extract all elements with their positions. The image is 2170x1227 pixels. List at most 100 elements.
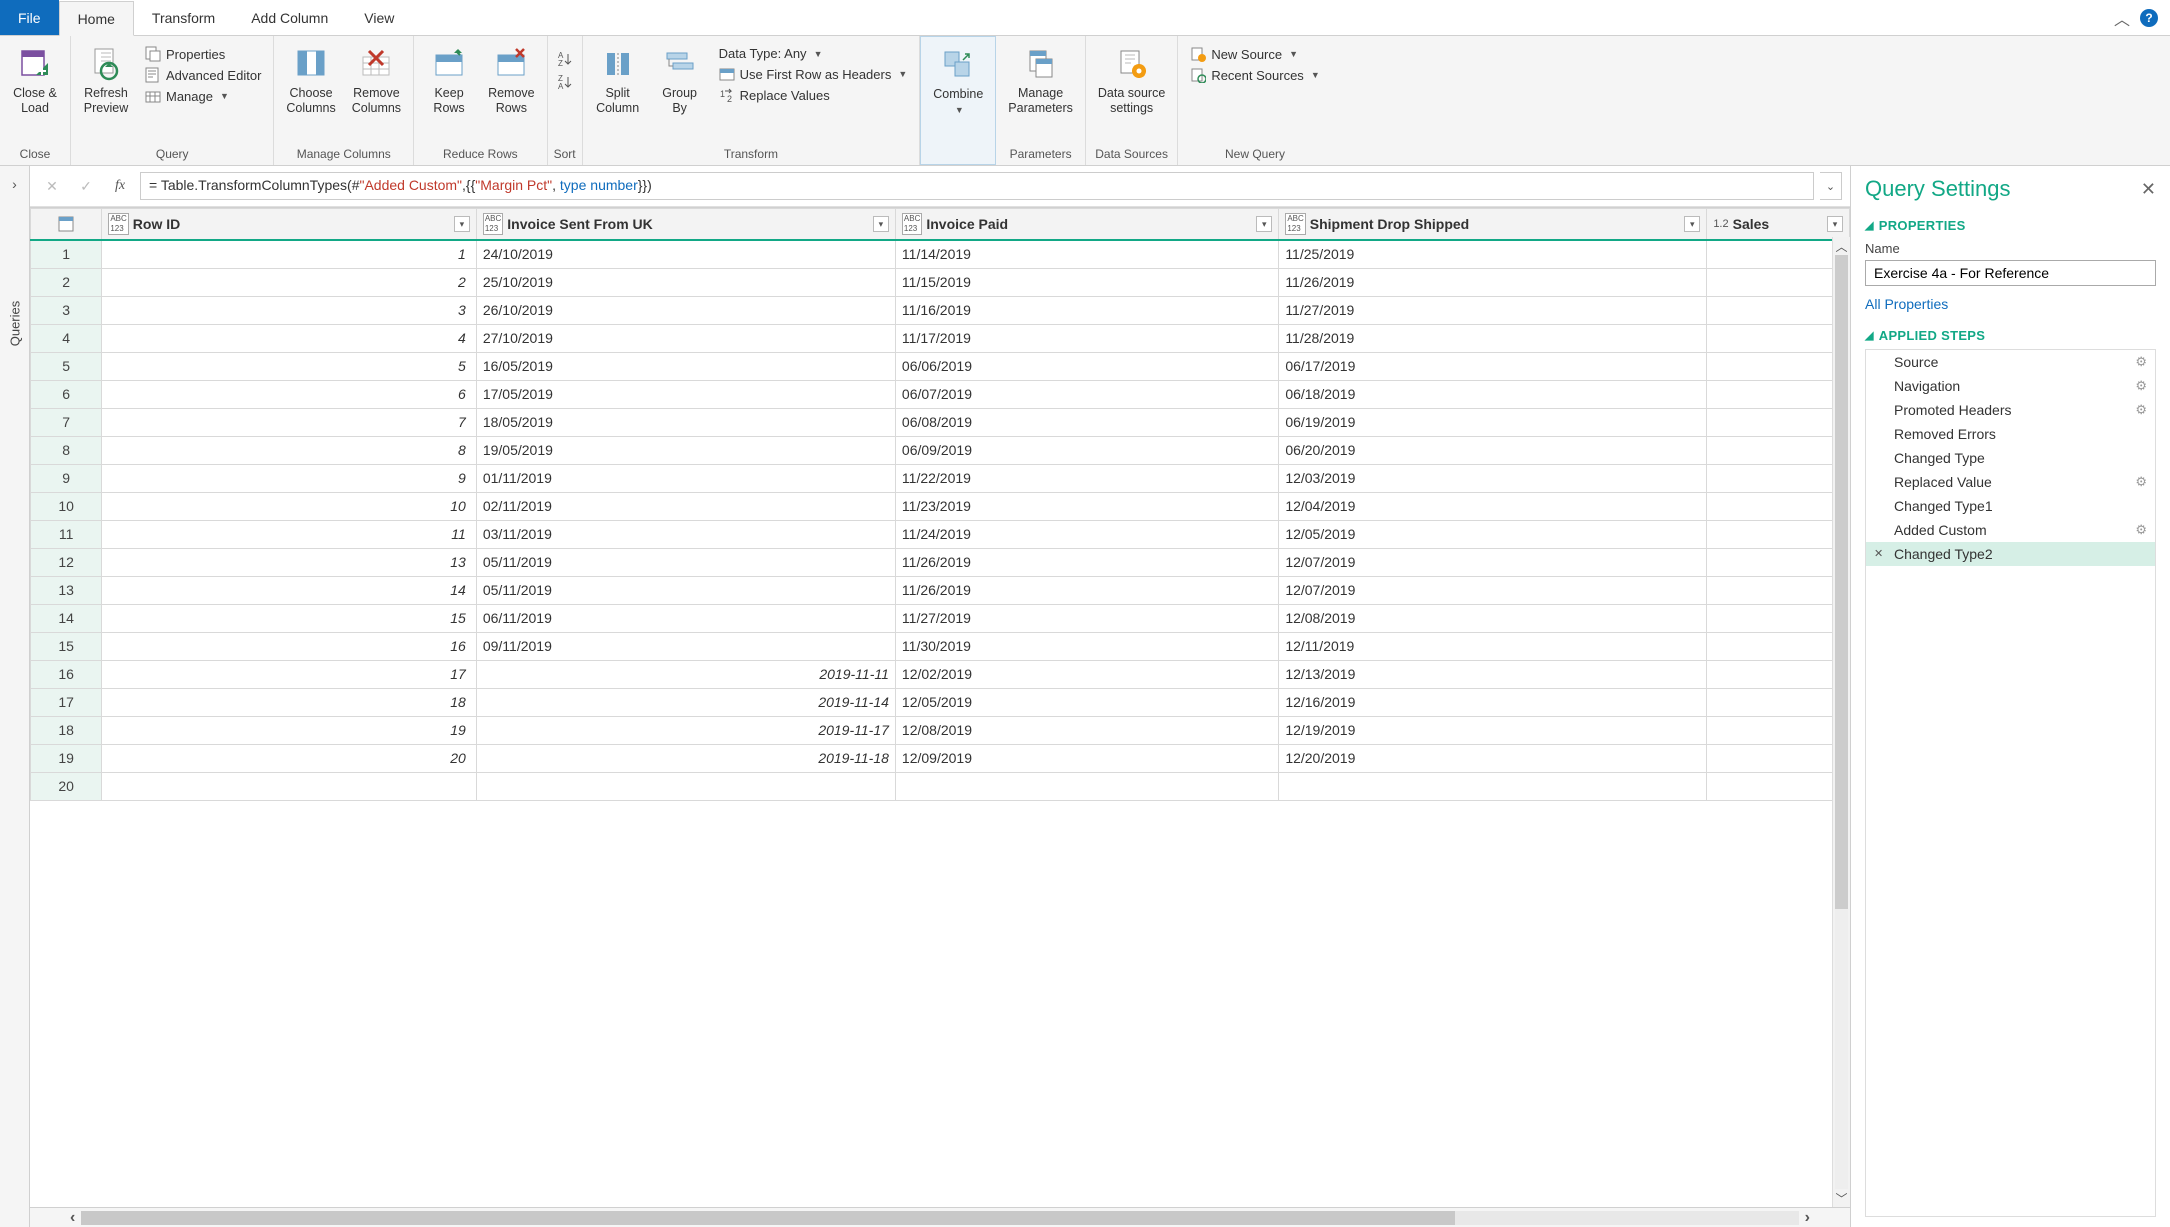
manage-button[interactable]: Manage▼ bbox=[139, 86, 267, 106]
sort-asc-button[interactable]: AZ bbox=[554, 48, 576, 70]
vertical-scrollbar[interactable]: ︿ ﹀ bbox=[1832, 237, 1850, 1207]
choose-columns-button[interactable]: Choose Columns bbox=[280, 40, 341, 120]
row-number[interactable]: 10 bbox=[31, 492, 102, 520]
cell[interactable]: 11 bbox=[102, 520, 477, 548]
cell[interactable]: 2 bbox=[102, 268, 477, 296]
close-and-load-button[interactable]: Close & Load bbox=[6, 40, 64, 120]
cell[interactable]: 12/07/2019 bbox=[1279, 548, 1707, 576]
table-row[interactable]: 6 6 17/05/2019 06/07/2019 06/18/2019 bbox=[31, 380, 1850, 408]
row-number[interactable]: 8 bbox=[31, 436, 102, 464]
cell[interactable]: 06/11/2019 bbox=[476, 604, 895, 632]
cell[interactable]: 2019-11-17 bbox=[476, 716, 895, 744]
add-column-tab[interactable]: Add Column bbox=[233, 0, 346, 35]
cell[interactable]: 11/28/2019 bbox=[1279, 324, 1707, 352]
cell[interactable]: 12/04/2019 bbox=[1279, 492, 1707, 520]
cell[interactable]: 06/17/2019 bbox=[1279, 352, 1707, 380]
table-row[interactable]: 15 16 09/11/2019 11/30/2019 12/11/2019 bbox=[31, 632, 1850, 660]
cell[interactable]: 06/20/2019 bbox=[1279, 436, 1707, 464]
queries-pane-toggle[interactable]: › Queries bbox=[0, 166, 30, 1227]
table-row[interactable]: 13 14 05/11/2019 11/26/2019 12/07/2019 bbox=[31, 576, 1850, 604]
keep-rows-button[interactable]: Keep Rows bbox=[420, 40, 478, 120]
cell[interactable]: 19/05/2019 bbox=[476, 436, 895, 464]
cell[interactable]: 16/05/2019 bbox=[476, 352, 895, 380]
cell[interactable]: 12/11/2019 bbox=[1279, 632, 1707, 660]
cell[interactable] bbox=[1707, 464, 1850, 492]
formula-cancel-button[interactable]: ✕ bbox=[38, 172, 66, 200]
cell[interactable]: 12/07/2019 bbox=[1279, 576, 1707, 604]
recent-sources-button[interactable]: Recent Sources▼ bbox=[1184, 65, 1325, 85]
gear-icon[interactable]: ⚙ bbox=[2135, 378, 2147, 394]
scroll-down-icon[interactable]: ﹀ bbox=[1833, 1189, 1850, 1207]
properties-button[interactable]: Properties bbox=[139, 44, 267, 64]
cell[interactable]: 06/08/2019 bbox=[895, 408, 1278, 436]
applied-step[interactable]: Changed Type1 bbox=[1866, 494, 2155, 518]
horizontal-scrollbar[interactable]: ‹ › bbox=[30, 1207, 1850, 1227]
table-row[interactable]: 9 9 01/11/2019 11/22/2019 12/03/2019 bbox=[31, 464, 1850, 492]
cell[interactable]: 11/23/2019 bbox=[895, 492, 1278, 520]
table-row[interactable]: 3 3 26/10/2019 11/16/2019 11/27/2019 bbox=[31, 296, 1850, 324]
cell[interactable]: 13 bbox=[102, 548, 477, 576]
cell[interactable]: 20 bbox=[102, 744, 477, 772]
cell[interactable] bbox=[1707, 324, 1850, 352]
cell[interactable]: 12/08/2019 bbox=[895, 716, 1278, 744]
replace-values-button[interactable]: 12 Replace Values bbox=[713, 85, 914, 105]
gear-icon[interactable]: ⚙ bbox=[2135, 354, 2147, 370]
applied-step[interactable]: Promoted Headers⚙ bbox=[1866, 398, 2155, 422]
data-grid[interactable]: ABC123Row ID▾ABC123Invoice Sent From UK▾… bbox=[30, 208, 1850, 1207]
data-source-settings-button[interactable]: Data source settings bbox=[1092, 40, 1171, 120]
split-column-button[interactable]: Split Column bbox=[589, 40, 647, 120]
row-number[interactable]: 13 bbox=[31, 576, 102, 604]
column-filter-dropdown[interactable]: ▾ bbox=[1827, 216, 1843, 232]
cell[interactable]: 05/11/2019 bbox=[476, 576, 895, 604]
table-row[interactable]: 17 18 2019-11-14 12/05/2019 12/16/2019 bbox=[31, 688, 1850, 716]
cell[interactable] bbox=[1707, 604, 1850, 632]
cell[interactable]: 12/05/2019 bbox=[1279, 520, 1707, 548]
cell[interactable] bbox=[1707, 268, 1850, 296]
cell[interactable]: 06/18/2019 bbox=[1279, 380, 1707, 408]
gear-icon[interactable]: ⚙ bbox=[2135, 474, 2147, 490]
row-number[interactable]: 11 bbox=[31, 520, 102, 548]
cell[interactable]: 12/09/2019 bbox=[895, 744, 1278, 772]
cell[interactable]: 09/11/2019 bbox=[476, 632, 895, 660]
applied-step[interactable]: Changed Type bbox=[1866, 446, 2155, 470]
cell[interactable]: 17 bbox=[102, 660, 477, 688]
table-row[interactable]: 2 2 25/10/2019 11/15/2019 11/26/2019 bbox=[31, 268, 1850, 296]
file-tab[interactable]: File bbox=[0, 0, 59, 35]
row-number[interactable]: 4 bbox=[31, 324, 102, 352]
cell[interactable] bbox=[1707, 240, 1850, 268]
applied-step[interactable]: Replaced Value⚙ bbox=[1866, 470, 2155, 494]
cell[interactable]: 14 bbox=[102, 576, 477, 604]
cell[interactable] bbox=[1707, 744, 1850, 772]
cell[interactable] bbox=[1707, 660, 1850, 688]
column-header[interactable]: ABC123Row ID▾ bbox=[102, 209, 477, 241]
cell[interactable]: 15 bbox=[102, 604, 477, 632]
cell[interactable] bbox=[1707, 548, 1850, 576]
table-row[interactable]: 12 13 05/11/2019 11/26/2019 12/07/2019 bbox=[31, 548, 1850, 576]
formula-input[interactable]: = Table.TransformColumnTypes(#"Added Cus… bbox=[140, 172, 1814, 200]
cell[interactable]: 12/13/2019 bbox=[1279, 660, 1707, 688]
properties-section-header[interactable]: ◢ PROPERTIES bbox=[1865, 218, 2156, 233]
use-first-row-button[interactable]: Use First Row as Headers▼ bbox=[713, 64, 914, 84]
cell[interactable]: 11/26/2019 bbox=[895, 548, 1278, 576]
cell[interactable] bbox=[1707, 352, 1850, 380]
cell[interactable]: 06/07/2019 bbox=[895, 380, 1278, 408]
column-header[interactable]: ABC123Invoice Sent From UK▾ bbox=[476, 209, 895, 241]
all-properties-link[interactable]: All Properties bbox=[1865, 296, 2156, 312]
cell[interactable]: 12/16/2019 bbox=[1279, 688, 1707, 716]
column-header[interactable]: 1.2Sales▾ bbox=[1707, 209, 1850, 241]
hscroll-thumb[interactable] bbox=[81, 1211, 1455, 1225]
scroll-up-icon[interactable]: ︿ bbox=[1833, 237, 1850, 255]
cell[interactable] bbox=[102, 772, 477, 800]
cell[interactable]: 06/09/2019 bbox=[895, 436, 1278, 464]
cell[interactable]: 11/25/2019 bbox=[1279, 240, 1707, 268]
applied-step[interactable]: Changed Type2 bbox=[1866, 542, 2155, 566]
row-number[interactable]: 18 bbox=[31, 716, 102, 744]
scroll-thumb[interactable] bbox=[1835, 255, 1848, 909]
cell[interactable]: 16 bbox=[102, 632, 477, 660]
row-number[interactable]: 9 bbox=[31, 464, 102, 492]
row-number[interactable]: 14 bbox=[31, 604, 102, 632]
cell[interactable]: 11/15/2019 bbox=[895, 268, 1278, 296]
cell[interactable]: 18 bbox=[102, 688, 477, 716]
cell[interactable]: 2019-11-11 bbox=[476, 660, 895, 688]
transform-tab[interactable]: Transform bbox=[134, 0, 233, 35]
